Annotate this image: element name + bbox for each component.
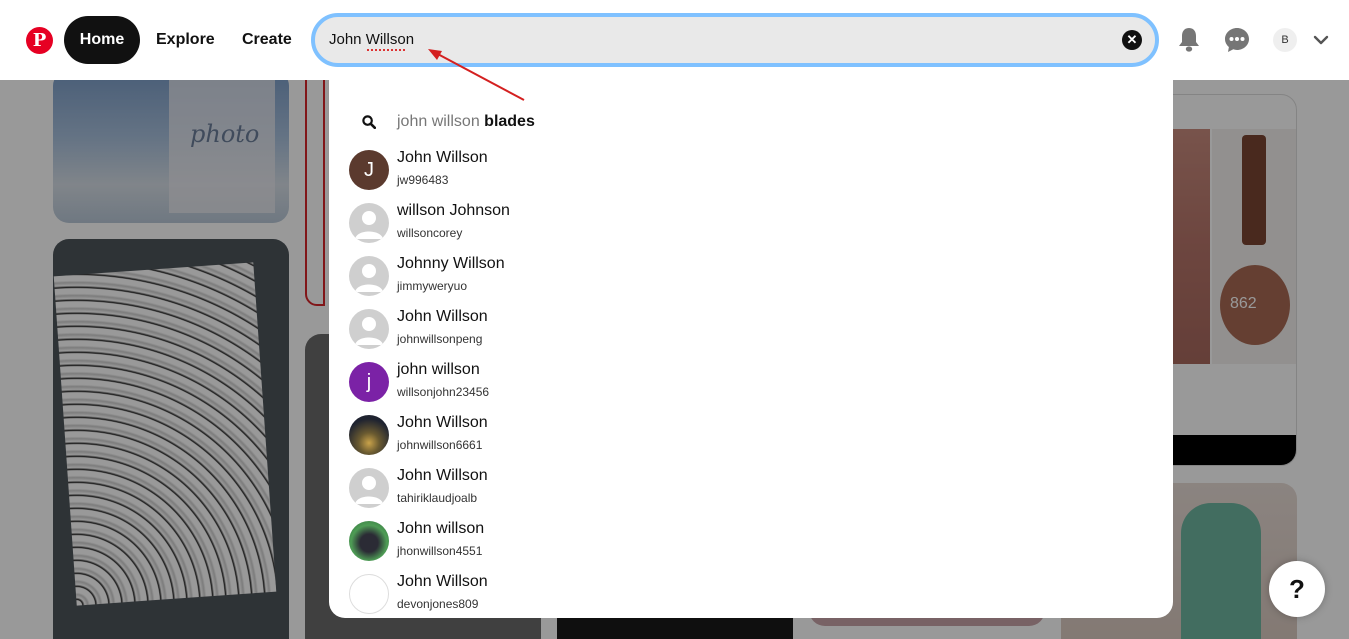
user-result-row[interactable]: John Willson johnwillson6661 xyxy=(349,413,749,457)
nav-home-button[interactable]: Home xyxy=(64,16,140,64)
bell-icon[interactable] xyxy=(1177,27,1201,53)
user-display-name: John Willson xyxy=(397,467,488,484)
user-handle: willsoncorey xyxy=(397,226,463,240)
user-avatar xyxy=(349,309,389,349)
user-display-name: Johnny Willson xyxy=(397,255,505,272)
nav-create-button[interactable]: Create xyxy=(226,16,308,64)
account-avatar[interactable]: B xyxy=(1273,28,1297,52)
user-avatar xyxy=(349,468,389,508)
user-display-name: John Willson xyxy=(397,149,488,166)
user-avatar xyxy=(349,203,389,243)
search-icon xyxy=(349,110,389,134)
search-suggestions-dropdown: john willson blades J John Willson jw99648… xyxy=(329,80,1173,618)
user-result-row[interactable]: j john willson willsonjohn23456 xyxy=(349,360,749,404)
user-result-row[interactable]: John Willson devonjones809 xyxy=(349,572,749,616)
search-input[interactable]: John Willson xyxy=(329,17,414,63)
user-result-row[interactable]: John Willson tahiriklaudjoalb xyxy=(349,466,749,510)
user-result-row[interactable]: John willson jhonwillson4551 xyxy=(349,519,749,563)
chat-icon[interactable] xyxy=(1224,27,1250,53)
suggestion-completion: blades xyxy=(479,113,535,130)
nav-explore-button[interactable]: Explore xyxy=(140,16,231,64)
user-result-row[interactable]: John Willson johnwillsonpeng xyxy=(349,307,749,351)
user-handle: jw996483 xyxy=(397,173,449,187)
spellcheck-underline xyxy=(367,48,405,51)
user-avatar: j xyxy=(349,362,389,402)
user-result-row[interactable]: Johnny Willson jimmyweryuo xyxy=(349,254,749,298)
user-avatar xyxy=(349,574,389,614)
chevron-down-icon[interactable] xyxy=(1312,31,1330,49)
pinterest-logo-icon[interactable] xyxy=(26,27,53,54)
user-display-name: willson Johnson xyxy=(397,202,510,219)
user-avatar xyxy=(349,415,389,455)
top-header: Home Explore Create John Willson ✕ B xyxy=(0,0,1349,80)
user-handle: devonjones809 xyxy=(397,597,479,611)
help-button[interactable]: ? xyxy=(1269,561,1325,617)
user-display-name: John Willson xyxy=(397,414,488,431)
user-avatar: J xyxy=(349,150,389,190)
user-display-name: John Willson xyxy=(397,308,488,325)
user-avatar xyxy=(349,521,389,561)
clear-search-icon[interactable]: ✕ xyxy=(1122,30,1142,50)
suggestion-text: john willson blades xyxy=(397,113,535,131)
annotation-arrow xyxy=(428,49,525,101)
user-result-row[interactable]: willson Johnson willsoncorey xyxy=(349,201,749,245)
user-display-name: John willson xyxy=(397,520,485,537)
query-suggestion[interactable]: john willson blades xyxy=(349,110,535,134)
user-handle: johnwillsonpeng xyxy=(397,332,483,346)
user-handle: tahiriklaudjoalb xyxy=(397,491,478,505)
user-handle: willsonjohn23456 xyxy=(397,385,490,399)
user-result-row[interactable]: J John Willson jw996483 xyxy=(349,148,749,192)
user-display-name: John Willson xyxy=(397,573,488,590)
user-handle: jimmyweryuo xyxy=(397,279,468,293)
user-display-name: john willson xyxy=(397,361,480,378)
suggestion-typed: john willson xyxy=(397,113,480,130)
user-handle: johnwillson6661 xyxy=(397,438,483,452)
user-handle: jhonwillson4551 xyxy=(397,544,483,558)
user-avatar xyxy=(349,256,389,296)
